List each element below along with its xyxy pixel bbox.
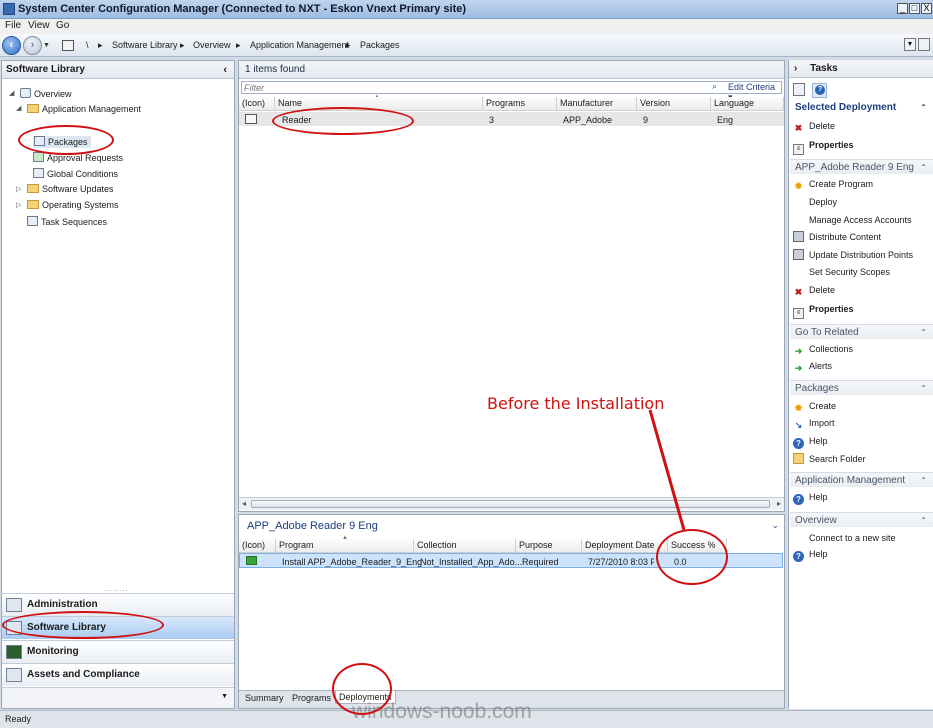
highlight-deployments-tab (332, 663, 392, 715)
highlight-success (656, 529, 728, 585)
highlight-packages (18, 125, 114, 155)
annotation-arrow-line (648, 409, 686, 531)
highlight-reader (272, 107, 414, 135)
highlight-software-library (2, 611, 164, 639)
